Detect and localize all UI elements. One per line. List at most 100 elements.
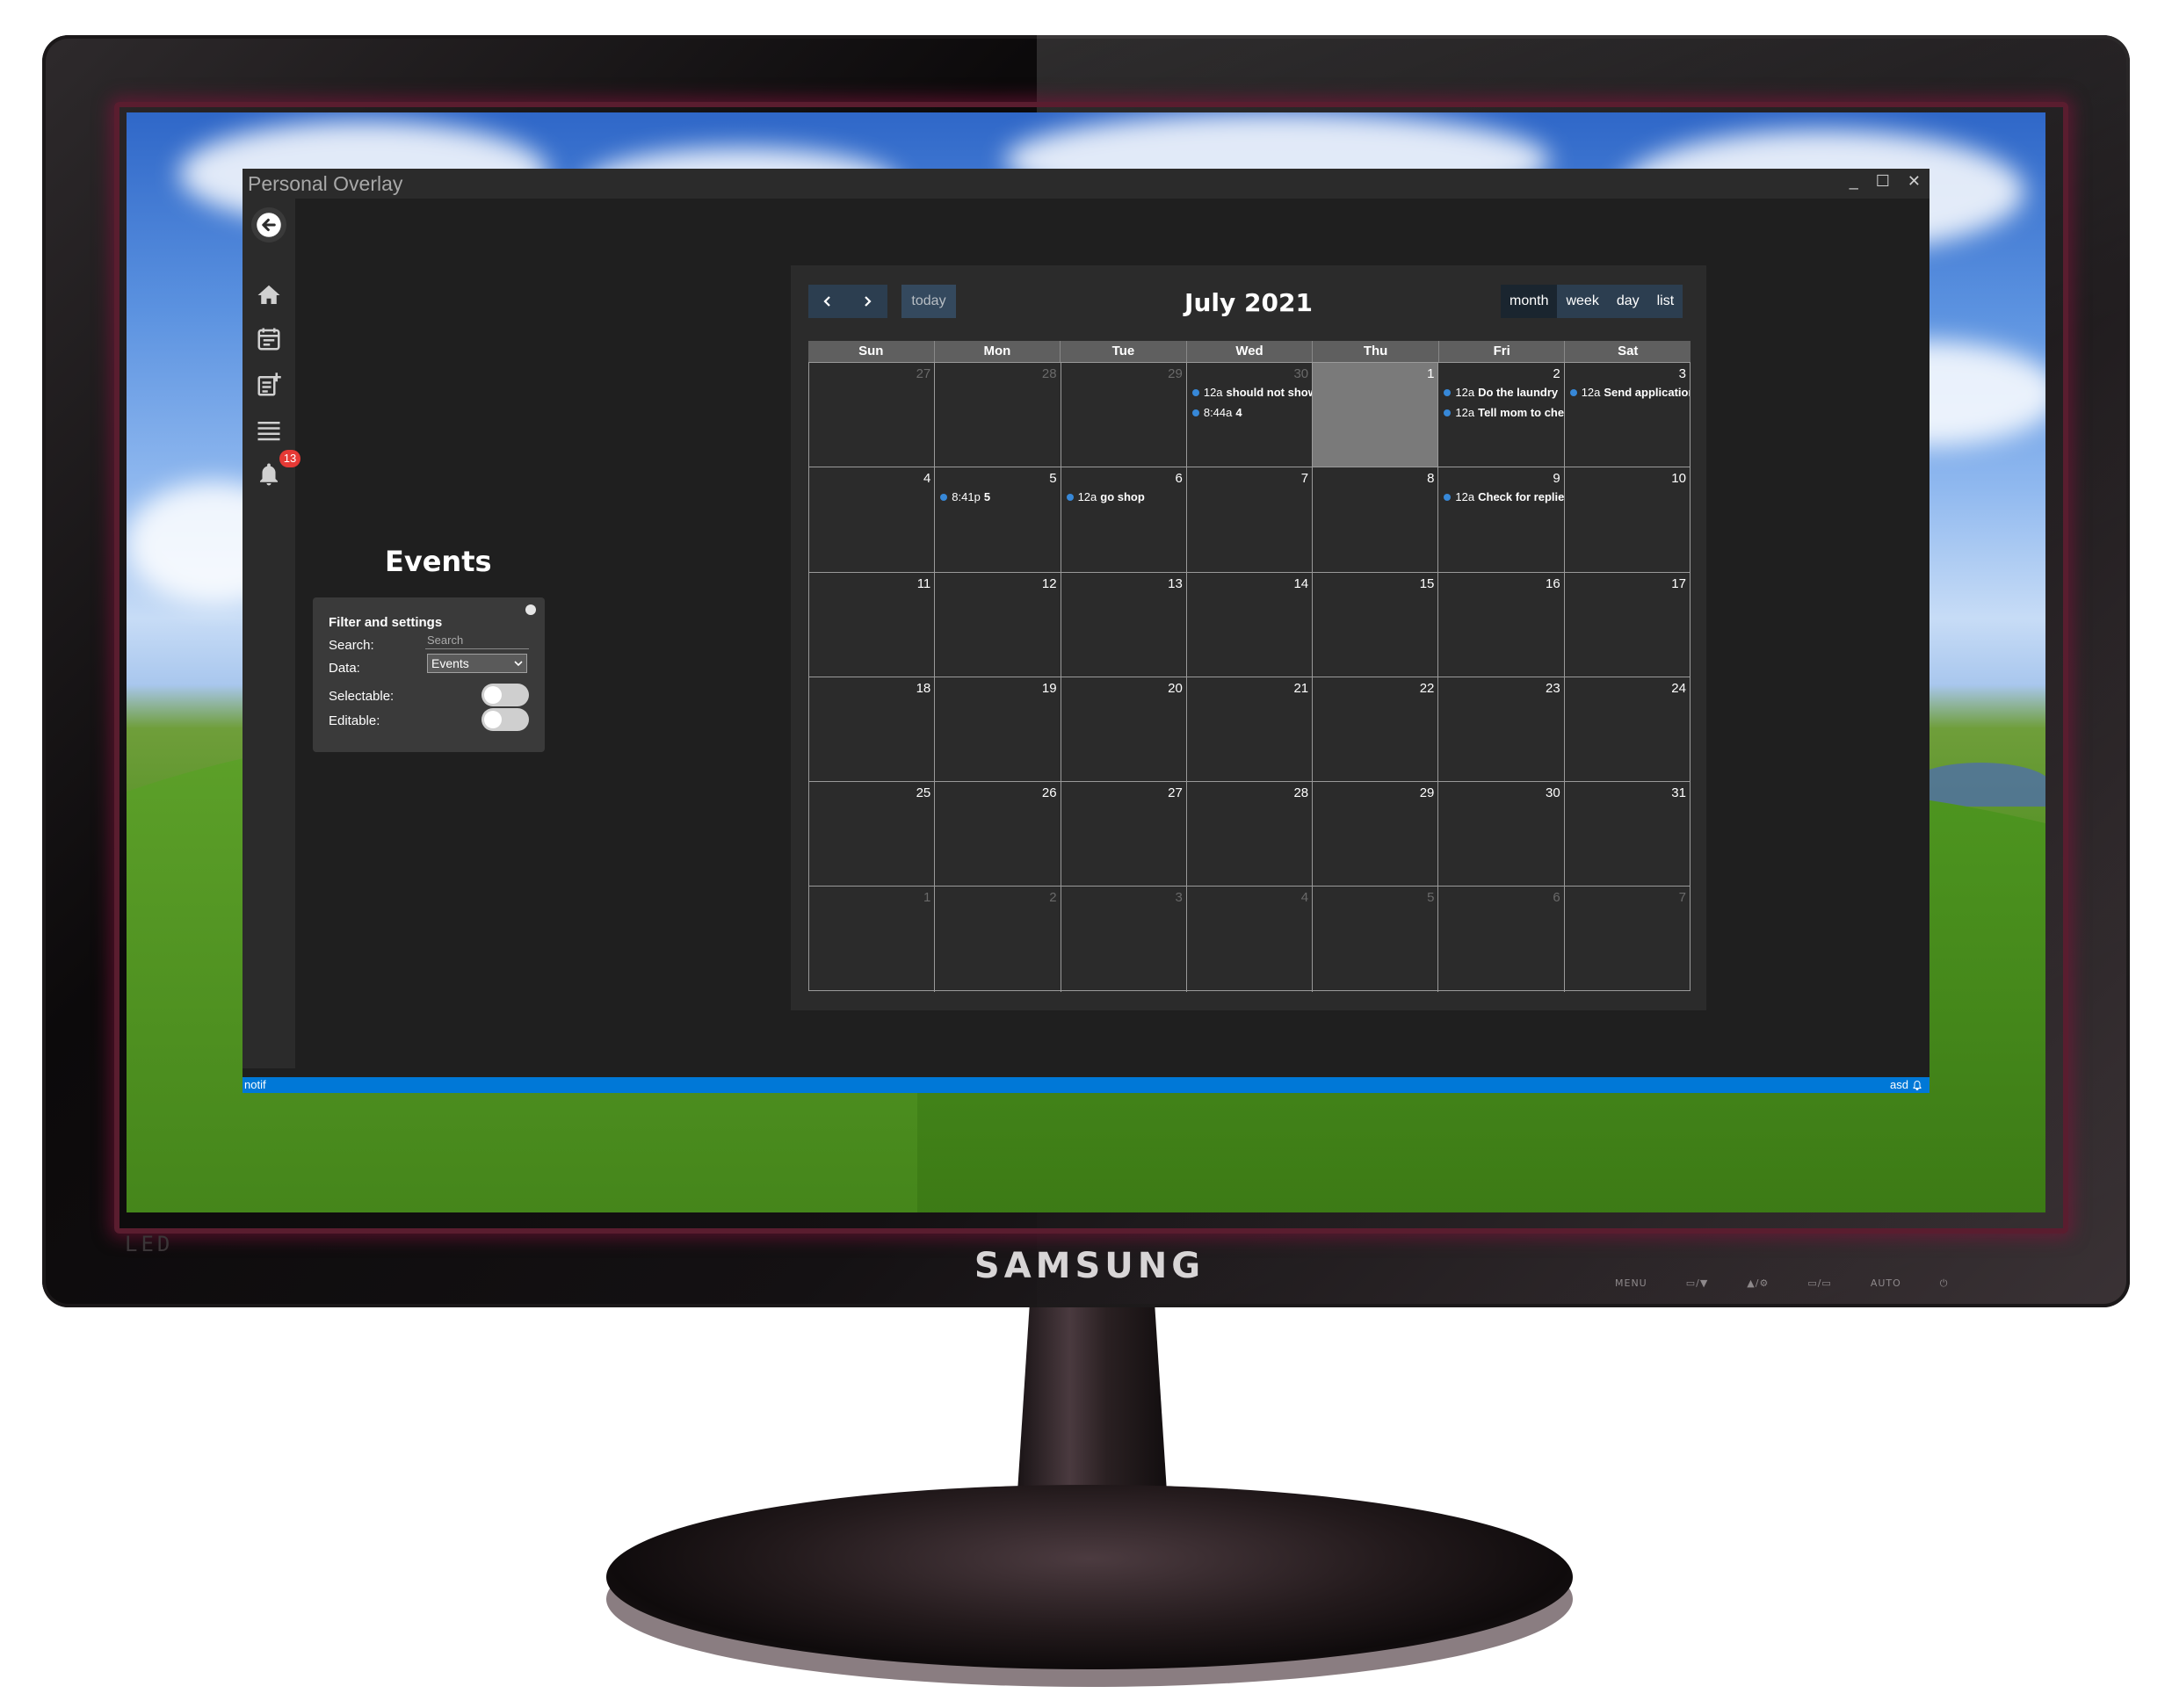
day-cell[interactable]: 1 xyxy=(809,887,936,992)
day-cell[interactable]: 2 xyxy=(935,887,1061,992)
day-number[interactable]: 7 xyxy=(1679,890,1686,905)
panel-indicator-dot[interactable] xyxy=(525,604,536,615)
day-cell[interactable]: 5 8:41p 5 xyxy=(935,467,1061,572)
calendar-event[interactable]: 12aTell mom to check xyxy=(1444,406,1564,419)
day-number[interactable]: 17 xyxy=(1671,576,1686,591)
calendar-event[interactable]: 8:41p 5 xyxy=(940,490,990,503)
selectable-toggle[interactable] xyxy=(481,684,529,706)
data-select[interactable]: Events xyxy=(427,654,527,673)
day-number[interactable]: 14 xyxy=(1293,576,1308,591)
day-number[interactable]: 7 xyxy=(1301,471,1308,486)
day-number[interactable]: 6 xyxy=(1176,471,1183,486)
day-number[interactable]: 18 xyxy=(916,681,931,696)
day-cell[interactable]: 29 xyxy=(1061,363,1187,467)
sidebar-item-new-note[interactable] xyxy=(253,369,285,401)
view-day-button[interactable]: day xyxy=(1607,285,1648,318)
day-number[interactable]: 8 xyxy=(1427,471,1434,486)
day-number[interactable]: 22 xyxy=(1420,681,1435,696)
day-number[interactable]: 5 xyxy=(1427,890,1434,905)
day-cell[interactable]: 25 xyxy=(809,782,936,887)
day-cell[interactable]: 31 xyxy=(1565,782,1690,886)
day-cell[interactable]: 28 xyxy=(935,363,1061,467)
day-number[interactable]: 28 xyxy=(1293,785,1308,800)
editable-toggle[interactable] xyxy=(481,708,529,731)
day-number[interactable]: 21 xyxy=(1293,681,1308,696)
day-cell[interactable]: 2 12aDo the laundry 12aTell mom to check xyxy=(1438,363,1565,467)
view-week-button[interactable]: week xyxy=(1557,285,1608,318)
day-cell[interactable]: 16 xyxy=(1438,572,1565,677)
calendar-event[interactable]: 12a Send application xyxy=(1569,386,1690,399)
day-cell[interactable]: 7 xyxy=(1187,467,1314,572)
day-number[interactable]: 20 xyxy=(1168,681,1183,696)
day-number[interactable]: 31 xyxy=(1671,785,1686,800)
view-month-button[interactable]: month xyxy=(1501,285,1558,318)
source-hw-button[interactable]: ▭/▼ xyxy=(1686,1277,1709,1290)
calendar-event[interactable]: 12a Check for replies xyxy=(1444,490,1564,503)
day-cell[interactable]: 7 xyxy=(1565,887,1690,991)
day-cell[interactable]: 12 xyxy=(935,572,1061,677)
day-number[interactable]: 5 xyxy=(1049,471,1056,486)
day-cell[interactable]: 14 xyxy=(1187,572,1314,677)
day-cell[interactable]: 27 xyxy=(809,363,936,467)
auto-hw-button[interactable]: AUTO xyxy=(1871,1277,1901,1290)
day-cell[interactable]: 4 xyxy=(1187,887,1314,992)
day-cell[interactable]: 21 xyxy=(1187,677,1314,782)
day-number[interactable]: 1 xyxy=(1427,366,1434,381)
day-number[interactable]: 26 xyxy=(1042,785,1057,800)
day-number[interactable]: 1 xyxy=(923,890,930,905)
search-input[interactable] xyxy=(425,631,529,649)
calendar-event[interactable]: 12a Do the laundry xyxy=(1444,386,1558,399)
maximize-button[interactable]: ☐ xyxy=(1876,170,1890,192)
size-hw-button[interactable]: ▭/▭ xyxy=(1807,1277,1832,1290)
day-number[interactable]: 24 xyxy=(1671,681,1686,696)
power-hw-button[interactable]: ⏻ xyxy=(1940,1277,1949,1290)
day-number[interactable]: 2 xyxy=(1049,890,1056,905)
day-number[interactable]: 12 xyxy=(1042,576,1057,591)
day-number[interactable]: 25 xyxy=(916,785,931,800)
day-number[interactable]: 30 xyxy=(1546,785,1560,800)
menu-hw-button[interactable]: MENU xyxy=(1615,1277,1647,1290)
sidebar-item-list[interactable] xyxy=(253,415,285,446)
day-cell[interactable]: 4 xyxy=(809,467,936,572)
minimize-button[interactable]: _ xyxy=(1850,170,1858,192)
day-cell[interactable]: 29 xyxy=(1313,782,1439,887)
day-number[interactable]: 9 xyxy=(1553,471,1560,486)
day-cell-today[interactable]: 1 xyxy=(1313,363,1439,467)
next-month-button[interactable] xyxy=(847,285,887,318)
day-cell[interactable]: 30 xyxy=(1438,782,1565,887)
calendar-event[interactable]: 8:44a 4 xyxy=(1191,406,1242,419)
back-button[interactable] xyxy=(251,207,286,242)
day-cell[interactable]: 6 xyxy=(1438,887,1565,992)
day-number[interactable]: 3 xyxy=(1679,366,1686,381)
day-number[interactable]: 2 xyxy=(1553,366,1560,381)
day-number[interactable]: 27 xyxy=(1168,785,1183,800)
day-cell[interactable]: 18 xyxy=(809,677,936,782)
day-number[interactable]: 6 xyxy=(1553,890,1560,905)
day-cell[interactable]: 19 xyxy=(935,677,1061,782)
day-cell[interactable]: 24 xyxy=(1565,677,1690,781)
day-cell[interactable]: 8 xyxy=(1313,467,1439,572)
day-number[interactable]: 29 xyxy=(1420,785,1435,800)
day-number[interactable]: 4 xyxy=(923,471,930,486)
day-cell[interactable]: 6 12a go shop xyxy=(1061,467,1187,572)
calendar-event[interactable]: 12a go shop xyxy=(1066,490,1145,503)
today-button[interactable]: today xyxy=(901,285,956,318)
day-number[interactable]: 29 xyxy=(1168,366,1183,381)
day-cell[interactable]: 27 xyxy=(1061,782,1187,887)
day-cell[interactable]: 11 xyxy=(809,572,936,677)
day-cell[interactable]: 3 xyxy=(1061,887,1187,992)
brightness-hw-button[interactable]: ▲/⚙ xyxy=(1747,1277,1769,1290)
day-cell[interactable]: 28 xyxy=(1187,782,1314,887)
titlebar[interactable]: Personal Overlay _ ☐ ✕ xyxy=(243,169,1929,199)
day-number[interactable]: 27 xyxy=(916,366,931,381)
close-button[interactable]: ✕ xyxy=(1908,170,1921,192)
prev-month-button[interactable] xyxy=(808,285,847,318)
day-number[interactable]: 15 xyxy=(1420,576,1435,591)
calendar-event[interactable]: 12a should not show xyxy=(1191,386,1312,399)
day-cell[interactable]: 15 xyxy=(1313,572,1439,677)
day-number[interactable]: 19 xyxy=(1042,681,1057,696)
day-cell[interactable]: 13 xyxy=(1061,572,1187,677)
day-number[interactable]: 4 xyxy=(1301,890,1308,905)
day-cell[interactable]: 9 12a Check for replies xyxy=(1438,467,1565,572)
day-number[interactable]: 23 xyxy=(1546,681,1560,696)
